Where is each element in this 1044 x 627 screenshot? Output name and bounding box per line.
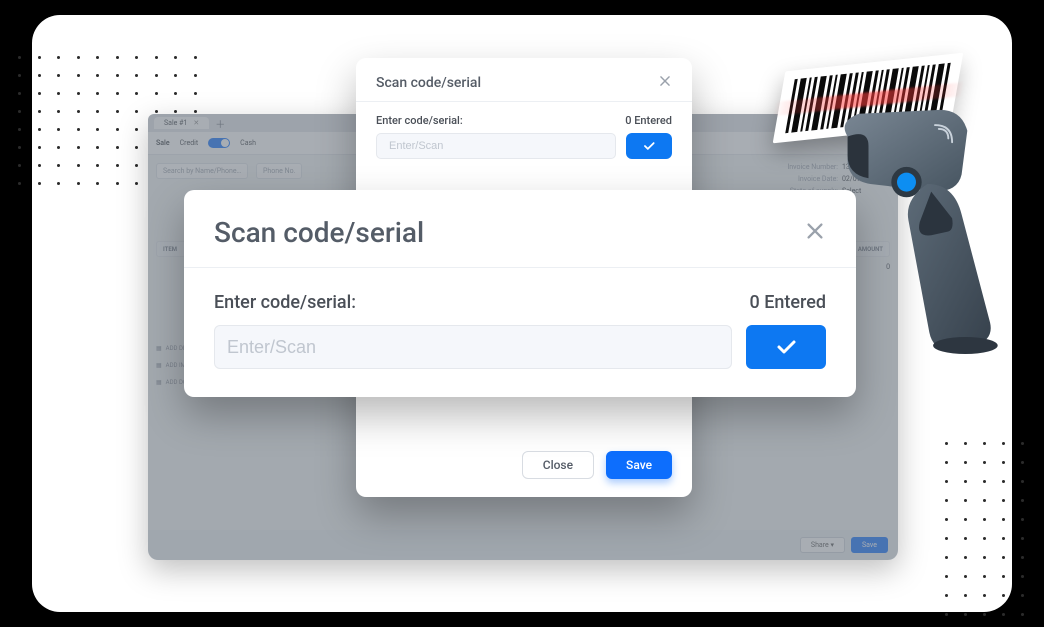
barcode-scanner-icon: [840, 108, 1030, 355]
scan-modal-title-large: Scan code/serial: [214, 216, 424, 249]
scan-input[interactable]: [376, 133, 616, 159]
scan-entered-count: 0 Entered: [625, 114, 672, 127]
erp-type-label: Sale: [156, 139, 170, 147]
erp-tab-add-icon[interactable]: ＋: [215, 116, 225, 131]
scan-field-label-large: Enter code/serial:: [214, 292, 356, 313]
erp-tab-label: Sale #1: [164, 119, 187, 127]
scan-input-large[interactable]: [214, 325, 732, 369]
erp-cash-label: Cash: [240, 139, 256, 147]
erp-tab[interactable]: Sale #1 ✕: [154, 117, 209, 129]
erp-credit-label: Credit: [180, 139, 199, 147]
erp-credit-cash-toggle[interactable]: [208, 138, 230, 148]
erp-customer-search[interactable]: Search by Name/Phone…: [156, 163, 248, 179]
decor-dots-bottom-right: [945, 442, 1024, 616]
erp-share-button[interactable]: Share: [800, 537, 845, 553]
scan-confirm-button[interactable]: [626, 133, 672, 159]
erp-save-button[interactable]: Save: [851, 537, 888, 553]
scan-field-label: Enter code/serial:: [376, 114, 463, 127]
scan-modal-close-icon[interactable]: [658, 74, 672, 91]
scan-save-button[interactable]: Save: [606, 451, 672, 479]
erp-tab-close-icon[interactable]: ✕: [193, 119, 199, 127]
scanner-illustration: [754, 50, 1034, 340]
scan-close-button[interactable]: Close: [522, 451, 594, 479]
scan-modal-title: Scan code/serial: [376, 75, 481, 91]
erp-phone-field[interactable]: Phone No.: [256, 163, 302, 179]
stage-card: Sale #1 ✕ ＋ Sale Credit Cash Search by N…: [32, 15, 1012, 612]
